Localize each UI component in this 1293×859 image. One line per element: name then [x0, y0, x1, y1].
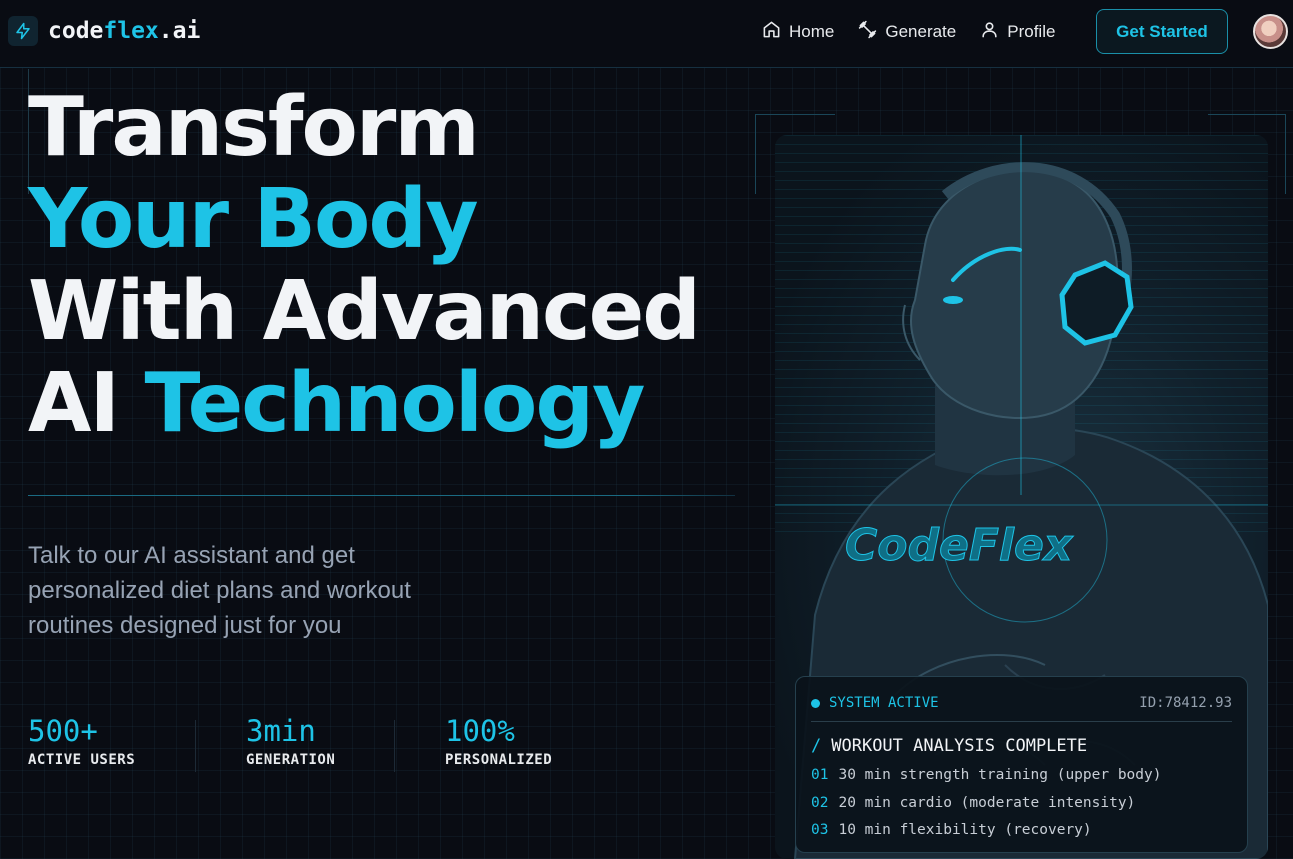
- home-icon: [762, 20, 781, 44]
- heading-text: WORKOUT ANALYSIS COMPLETE: [831, 736, 1088, 756]
- status-indicator: SYSTEM ACTIVE: [811, 695, 939, 711]
- brand-logo[interactable]: codeflex.ai: [8, 16, 200, 46]
- hero-title: Transform Your Body With Advanced AI Tec…: [28, 80, 701, 450]
- stat-users: 500+ ACTIVE USERS: [28, 712, 195, 772]
- brand-part-code: code: [48, 18, 104, 44]
- stat-value: 100%: [445, 714, 515, 748]
- nav-home-label: Home: [789, 22, 835, 41]
- stat-divider: [394, 720, 395, 772]
- nav-profile[interactable]: Profile: [980, 20, 1055, 44]
- status-header: SYSTEM ACTIVE ID:78412.93: [811, 695, 1232, 711]
- hero-line-3: With Advanced: [28, 264, 701, 359]
- stat-value: 500+: [28, 714, 98, 748]
- workout-item: 01 30 min strength training (upper body): [811, 766, 1232, 786]
- chest-logo-text: CodeFlex: [845, 520, 1074, 571]
- hero-line-4-technology: Technology: [144, 356, 646, 451]
- hero-line-2: Your Body: [28, 172, 479, 267]
- status-divider: [811, 721, 1232, 722]
- stat-personalized: 100% PERSONALIZED: [445, 712, 552, 772]
- item-text: 30 min strength training (upper body): [838, 767, 1162, 783]
- stat-divider: [195, 720, 196, 772]
- status-text: SYSTEM ACTIVE: [829, 695, 939, 711]
- item-text: 10 min flexibility (recovery): [838, 822, 1092, 838]
- item-number: 03: [811, 822, 829, 838]
- stat-label: ACTIVE USERS: [28, 752, 136, 768]
- status-dot-icon: [811, 698, 820, 708]
- item-number: 01: [811, 767, 829, 783]
- analysis-heading: / WORKOUT ANALYSIS COMPLETE: [811, 736, 1232, 756]
- stat-label: GENERATION: [246, 752, 336, 768]
- item-number: 02: [811, 794, 829, 811]
- hero-line-1: Transform: [28, 80, 480, 175]
- nav-profile-label: Profile: [1007, 22, 1056, 41]
- lightning-icon: [8, 16, 38, 46]
- hero-subtitle: Talk to our AI assistant and get persona…: [28, 542, 411, 639]
- workout-item: 03 10 min flexibility (recovery): [811, 821, 1232, 841]
- nav-generate-label: Generate: [885, 22, 957, 41]
- status-id: ID:78412.93: [1139, 695, 1232, 711]
- hero-divider: [28, 495, 735, 496]
- system-status-card: SYSTEM ACTIVE ID:78412.93 / WORKOUT ANAL…: [795, 676, 1248, 853]
- dumbbell-icon: [858, 20, 877, 44]
- hero-line-4-ai: AI: [28, 356, 145, 451]
- stat-value: 3min: [246, 714, 316, 748]
- user-avatar[interactable]: [1253, 14, 1288, 49]
- item-text: 20 min cardio (moderate intensity): [838, 794, 1136, 811]
- nav-generate[interactable]: Generate: [858, 20, 956, 44]
- brand-part-ai: .ai: [158, 18, 201, 44]
- hero-line-4: AI Technology: [28, 358, 699, 450]
- nav-home[interactable]: Home: [762, 20, 834, 44]
- stat-generation: 3min GENERATION: [246, 712, 394, 772]
- brand-name: codeflex.ai: [48, 18, 200, 44]
- navbar: codeflex.ai Home Generate Profile Get St…: [0, 0, 1293, 68]
- brand-part-flex: flex: [103, 18, 159, 44]
- workout-item: 02 20 min cardio (moderate intensity): [811, 794, 1232, 814]
- stats-row: 500+ ACTIVE USERS 3min GENERATION 100% P…: [28, 712, 552, 772]
- heading-slash: /: [811, 736, 822, 756]
- user-icon: [980, 20, 999, 44]
- get-started-button[interactable]: Get Started: [1096, 9, 1228, 54]
- nav-links: Home Generate Profile: [762, 20, 1055, 44]
- stat-label: PERSONALIZED: [445, 752, 553, 768]
